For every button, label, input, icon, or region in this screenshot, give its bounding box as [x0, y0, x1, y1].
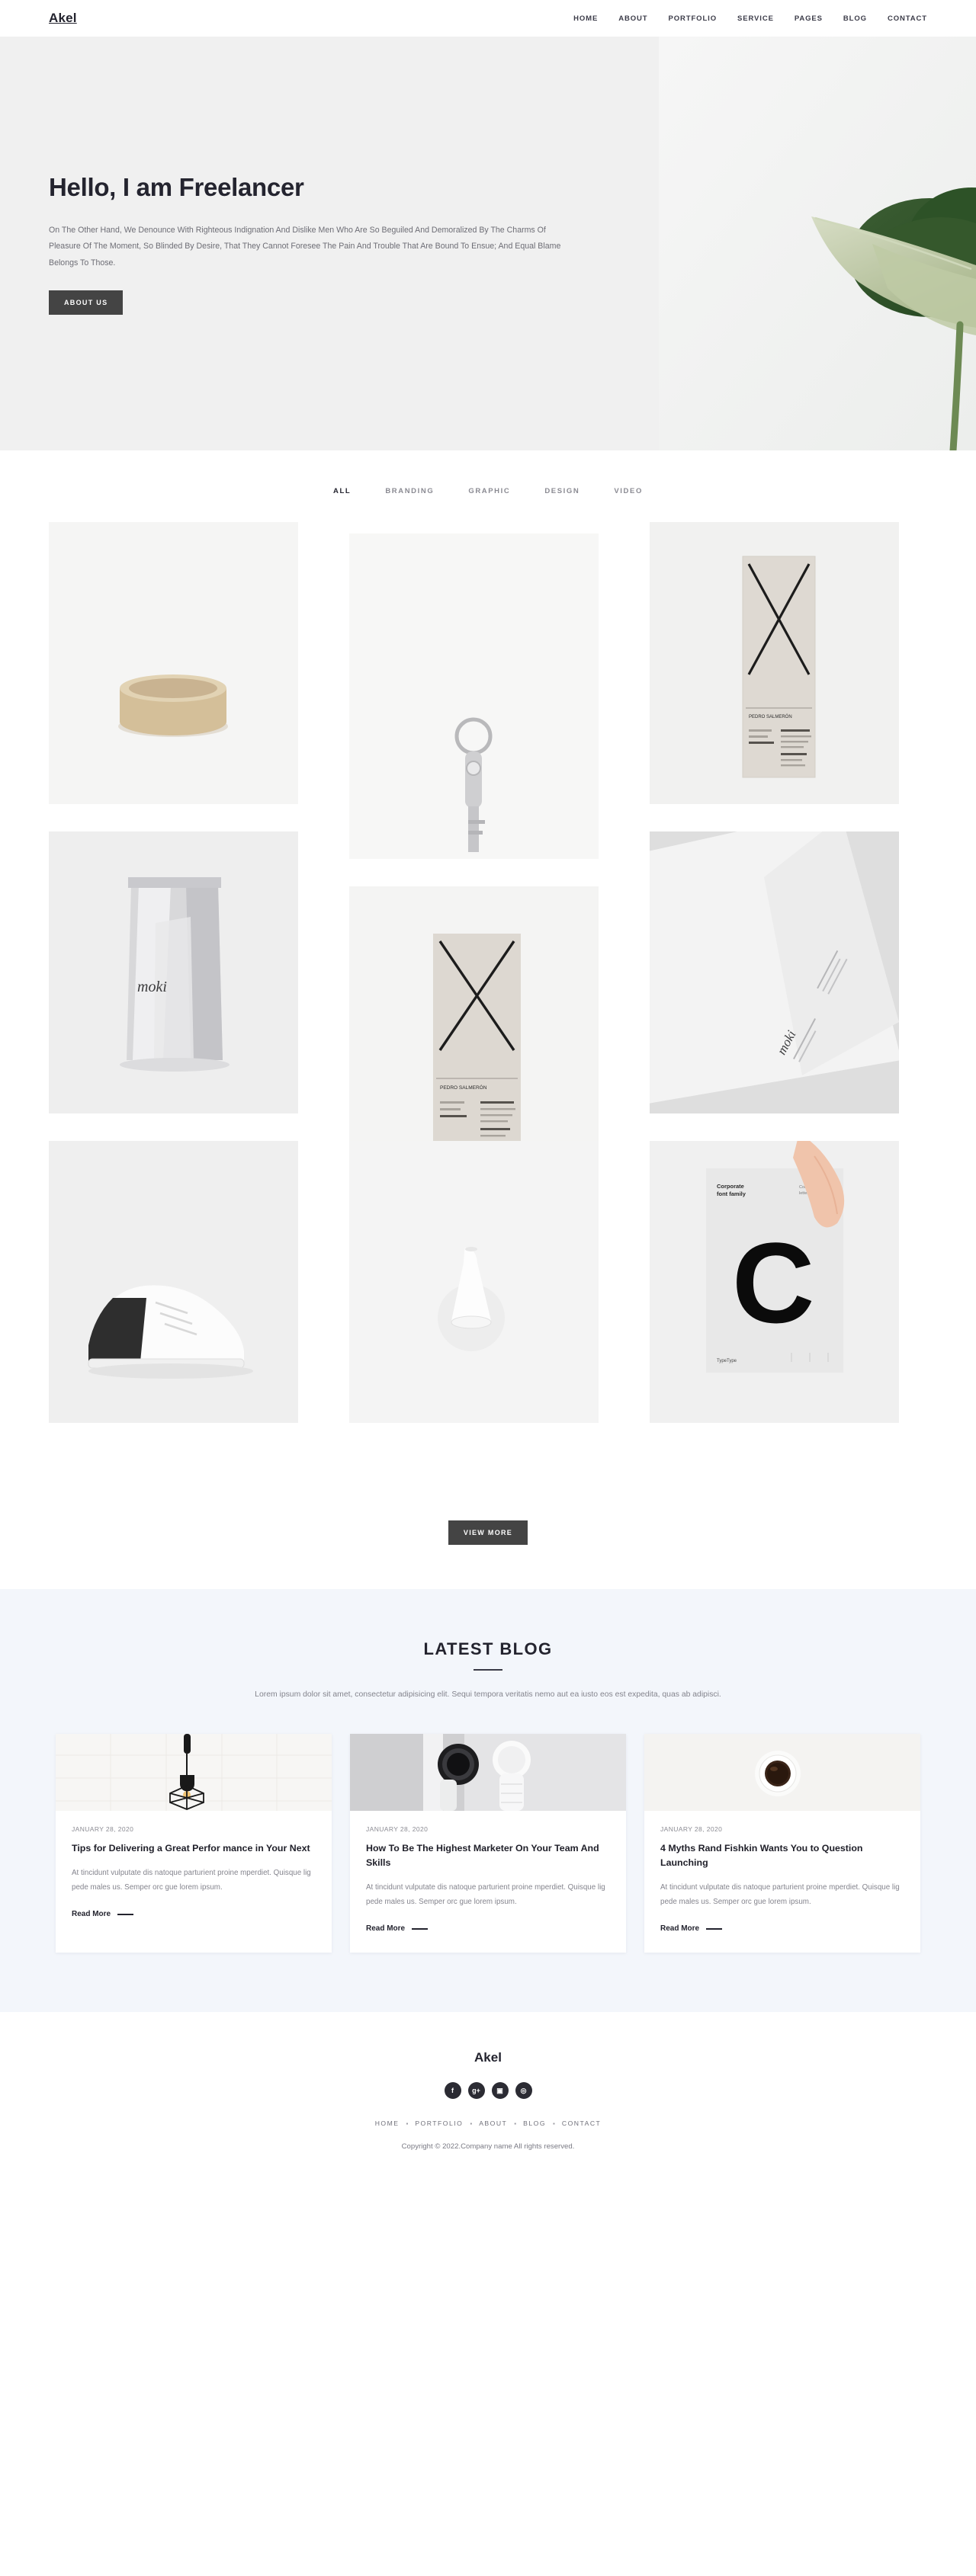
read-more-link[interactable]: Read More	[366, 1924, 429, 1934]
filter-all[interactable]: ALL	[333, 487, 351, 495]
blog-card-grid: JANUARY 28, 2020 Tips for Delivering a G…	[0, 1733, 976, 1953]
portfolio-filter-bar: ALL BRANDING GRAPHIC DESIGN VIDEO	[0, 487, 976, 495]
blog-card-excerpt: At tincidunt vulputate dis natoque partu…	[660, 1883, 900, 1907]
brand-logo[interactable]: Akel	[49, 11, 77, 26]
blog-title-divider	[474, 1669, 502, 1671]
blog-card[interactable]: JANUARY 28, 2020 4 Myths Rand Fishkin Wa…	[644, 1733, 920, 1953]
nav-item-contact[interactable]: CONTACT	[888, 14, 927, 23]
footer-link-portfolio[interactable]: PORTFOLIO	[415, 2119, 463, 2127]
portfolio-section: ALL BRANDING GRAPHIC DESIGN VIDEO PEDRO …	[0, 450, 976, 1589]
hero-plant-image	[659, 37, 976, 450]
portfolio-item-foil-pouch-packaging[interactable]: moki	[49, 831, 298, 1113]
svg-text:font family: font family	[717, 1190, 746, 1197]
hero-description: On The Other Hand, We Denounce With Righ…	[49, 225, 561, 268]
hero-content: Hello, I am Freelancer On The Other Hand…	[0, 172, 580, 315]
google-plus-icon[interactable]: g+	[467, 2082, 485, 2100]
blog-card-title[interactable]: 4 Myths Rand Fishkin Wants You to Questi…	[660, 1841, 904, 1870]
svg-text:PEDRO SALMERÓN: PEDRO SALMERÓN	[749, 714, 792, 719]
site-header: Akel HOME ABOUT PORTFOLIO SERVICE PAGES …	[0, 0, 976, 37]
footer-separator-icon: ▪	[514, 2119, 517, 2127]
facebook-icon[interactable]: f	[444, 2082, 461, 2100]
blog-section: LATEST BLOG Lorem ipsum dolor sit amet, …	[0, 1589, 976, 2013]
arrow-dash-icon	[412, 1928, 429, 1930]
portfolio-grid: PEDRO SALMERÓN moki PEDRO SALMERÓN moki …	[0, 522, 976, 1498]
filter-graphic[interactable]: GRAPHIC	[468, 487, 510, 495]
main-navigation: HOME ABOUT PORTFOLIO SERVICE PAGES BLOG …	[573, 14, 927, 23]
dribbble-icon[interactable]: ◎	[515, 2082, 532, 2100]
blog-card-image-pendant-lamp	[56, 1733, 332, 1811]
arrow-dash-icon	[117, 1913, 134, 1915]
blog-card-title[interactable]: Tips for Delivering a Great Perfor mance…	[72, 1841, 316, 1856]
read-more-label: Read More	[366, 1924, 406, 1934]
arrow-dash-icon	[706, 1928, 723, 1930]
footer-link-about[interactable]: ABOUT	[479, 2119, 507, 2127]
copyright-text: Copyright © 2022.Company name All rights…	[401, 2142, 575, 2151]
view-more-button[interactable]: VIEW MORE	[448, 1520, 528, 1545]
svg-text:C: C	[732, 1219, 814, 1347]
blog-card-date: JANUARY 28, 2020	[366, 1825, 429, 1833]
read-more-label: Read More	[72, 1910, 111, 1919]
blog-card-title[interactable]: How To Be The Highest Marketer On Your T…	[366, 1841, 610, 1870]
blog-header: LATEST BLOG Lorem ipsum dolor sit amet, …	[0, 1639, 976, 1703]
filter-design[interactable]: DESIGN	[544, 487, 580, 495]
portfolio-item-typography-poster-c[interactable]: Corporate font family Common letters Gri…	[650, 1141, 899, 1423]
blog-card-excerpt: At tincidunt vulputate dis natoque partu…	[72, 1869, 311, 1892]
blog-card-body: JANUARY 28, 2020 How To Be The Highest M…	[350, 1811, 626, 1953]
social-links: f g+ ▣ ◎	[0, 2082, 976, 2100]
read-more-label: Read More	[660, 1924, 700, 1934]
view-more-wrapper: VIEW MORE	[0, 1520, 976, 1545]
instagram-icon[interactable]: ▣	[491, 2082, 509, 2100]
nav-item-about[interactable]: ABOUT	[618, 14, 647, 23]
blog-card-date: JANUARY 28, 2020	[660, 1825, 723, 1833]
nav-item-pages[interactable]: PAGES	[795, 14, 823, 23]
nav-item-blog[interactable]: BLOG	[843, 14, 867, 23]
svg-text:TypeType: TypeType	[717, 1359, 737, 1363]
hero-section: Hello, I am Freelancer On The Other Hand…	[0, 37, 976, 450]
svg-text:moki: moki	[137, 979, 167, 995]
footer-navigation: HOME ▪ PORTFOLIO ▪ ABOUT ▪ BLOG ▪ CONTAC…	[0, 2119, 976, 2127]
portfolio-item-ceramic-bowl[interactable]	[49, 522, 298, 804]
footer-link-home[interactable]: HOME	[375, 2119, 400, 2127]
blog-card-date: JANUARY 28, 2020	[72, 1825, 134, 1833]
portfolio-item-brochure-cover-x[interactable]: PEDRO SALMERÓN	[650, 522, 899, 804]
footer-separator-icon: ▪	[470, 2119, 473, 2127]
filter-branding[interactable]: BRANDING	[385, 487, 434, 495]
blog-card-excerpt: At tincidunt vulputate dis natoque partu…	[366, 1883, 605, 1907]
footer-brand: Akel	[474, 2050, 502, 2065]
svg-text:PEDRO SALMERÓN: PEDRO SALMERÓN	[440, 1084, 487, 1091]
about-us-button[interactable]: ABOUT US	[49, 290, 124, 315]
read-more-link[interactable]: Read More	[72, 1910, 134, 1919]
blog-card-image-smartwatches	[350, 1733, 626, 1811]
portfolio-item-tilted-letterhead[interactable]: moki	[650, 831, 899, 1113]
footer-separator-icon: ▪	[406, 2119, 409, 2127]
blog-card[interactable]: JANUARY 28, 2020 How To Be The Highest M…	[350, 1733, 626, 1953]
blog-card-body: JANUARY 28, 2020 Tips for Delivering a G…	[56, 1811, 332, 1938]
footer-separator-icon: ▪	[553, 2119, 555, 2127]
blog-card-body: JANUARY 28, 2020 4 Myths Rand Fishkin Wa…	[644, 1811, 920, 1953]
blog-section-title: LATEST BLOG	[423, 1639, 553, 1658]
blog-card[interactable]: JANUARY 28, 2020 Tips for Delivering a G…	[56, 1733, 332, 1953]
portfolio-item-key-on-keyring[interactable]	[349, 533, 599, 859]
read-more-link[interactable]: Read More	[660, 1924, 723, 1934]
site-footer: Akel f g+ ▣ ◎ HOME ▪ PORTFOLIO ▪ ABOUT ▪…	[0, 2012, 976, 2185]
page-root: Akel HOME ABOUT PORTFOLIO SERVICE PAGES …	[0, 0, 976, 2185]
nav-item-portfolio[interactable]: PORTFOLIO	[668, 14, 717, 23]
footer-link-blog[interactable]: BLOG	[523, 2119, 546, 2127]
blog-subtitle: Lorem ipsum dolor sit amet, consectetur …	[255, 1690, 721, 1699]
portfolio-item-table-lamp[interactable]	[349, 1141, 599, 1423]
blog-card-image-coffee-cup	[644, 1733, 920, 1811]
nav-item-home[interactable]: HOME	[573, 14, 598, 23]
filter-video[interactable]: VIDEO	[614, 487, 643, 495]
portfolio-item-white-sneaker[interactable]	[49, 1141, 298, 1423]
hero-title: Hello, I am Freelancer	[49, 173, 304, 202]
footer-link-contact[interactable]: CONTACT	[562, 2119, 601, 2127]
nav-item-service[interactable]: SERVICE	[737, 14, 774, 23]
svg-text:Corporate: Corporate	[717, 1183, 744, 1190]
